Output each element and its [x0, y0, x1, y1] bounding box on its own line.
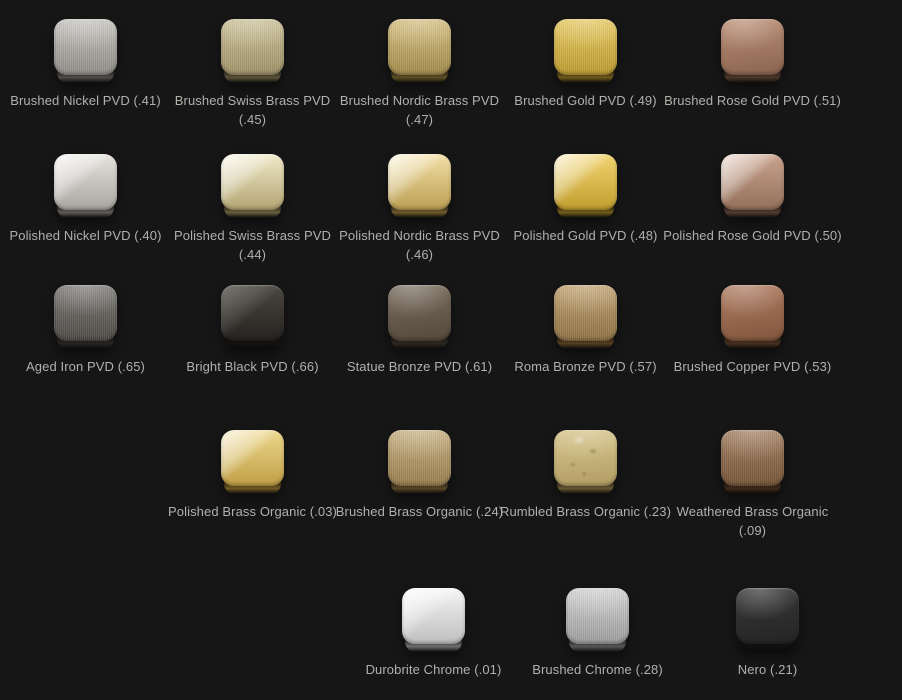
- swatch-face: [554, 19, 617, 75]
- finish-label: Brushed Nickel PVD (.41): [0, 91, 181, 110]
- finish-swatch[interactable]: [221, 430, 284, 494]
- finish-option[interactable]: Polished Rose Gold PVD (.50): [669, 154, 836, 245]
- finish-option[interactable]: Rumbled Brass Organic (.23): [502, 430, 669, 521]
- swatch-face: [721, 430, 784, 486]
- finish-label: Polished Rose Gold PVD (.50): [658, 226, 848, 245]
- finish-swatch[interactable]: [221, 154, 284, 218]
- finish-option[interactable]: Bright Black PVD (.66): [169, 285, 336, 376]
- finish-label: Rumbled Brass Organic (.23): [491, 502, 681, 521]
- finish-label: Brushed Copper PVD (.53): [658, 357, 848, 376]
- finish-label: Brushed Brass Organic (.24): [325, 502, 515, 521]
- finish-option[interactable]: Weathered Brass Organic (.09): [669, 430, 836, 540]
- finish-swatch[interactable]: [721, 154, 784, 218]
- finish-swatch[interactable]: [554, 430, 617, 494]
- swatch-face: [221, 19, 284, 75]
- finish-swatch[interactable]: [721, 285, 784, 349]
- finish-label: Nero (.21): [673, 660, 863, 679]
- finish-option[interactable]: Polished Gold PVD (.48): [502, 154, 669, 245]
- finish-option[interactable]: Brushed Brass Organic (.24): [336, 430, 503, 521]
- finish-label: Weathered Brass Organic (.09): [658, 502, 848, 540]
- finish-label: Bright Black PVD (.66): [158, 357, 348, 376]
- finish-swatch[interactable]: [721, 19, 784, 83]
- finish-label: Polished Nordic Brass PVD (.46): [325, 226, 515, 264]
- swatch-face: [388, 285, 451, 341]
- finish-swatch[interactable]: [388, 19, 451, 83]
- finish-label: Polished Swiss Brass PVD (.44): [158, 226, 348, 264]
- swatch-face: [721, 285, 784, 341]
- finish-option[interactable]: Brushed Copper PVD (.53): [669, 285, 836, 376]
- swatch-face: [221, 430, 284, 486]
- finish-option[interactable]: Nero (.21): [684, 588, 851, 679]
- finish-swatch[interactable]: [554, 154, 617, 218]
- swatch-face: [721, 19, 784, 75]
- swatch-face: [221, 285, 284, 341]
- finish-swatch[interactable]: [54, 285, 117, 349]
- finish-swatch[interactable]: [566, 588, 629, 652]
- finish-label: Brushed Rose Gold PVD (.51): [658, 91, 848, 110]
- swatch-face: [402, 588, 465, 644]
- finish-swatch[interactable]: [221, 19, 284, 83]
- finish-option[interactable]: Roma Bronze PVD (.57): [502, 285, 669, 376]
- finish-label: Polished Gold PVD (.48): [491, 226, 681, 245]
- finish-swatch[interactable]: [388, 285, 451, 349]
- finish-swatch[interactable]: [554, 19, 617, 83]
- finish-label: Brushed Swiss Brass PVD (.45): [158, 91, 348, 129]
- finish-swatch[interactable]: [388, 154, 451, 218]
- swatch-face: [54, 285, 117, 341]
- swatch-face: [736, 588, 799, 644]
- swatch-face: [388, 430, 451, 486]
- swatch-face: [554, 154, 617, 210]
- swatch-face: [566, 588, 629, 644]
- swatch-face: [388, 154, 451, 210]
- finish-option[interactable]: Aged Iron PVD (.65): [2, 285, 169, 376]
- swatch-face: [721, 154, 784, 210]
- swatch-face: [554, 430, 617, 486]
- finish-swatch[interactable]: [721, 430, 784, 494]
- finish-option[interactable]: Brushed Gold PVD (.49): [502, 19, 669, 110]
- finish-swatch[interactable]: [388, 430, 451, 494]
- finish-label: Roma Bronze PVD (.57): [491, 357, 681, 376]
- swatch-face: [388, 19, 451, 75]
- finish-option[interactable]: Durobrite Chrome (.01): [350, 588, 517, 679]
- swatch-face: [554, 285, 617, 341]
- finish-option[interactable]: Polished Nordic Brass PVD (.46): [336, 154, 503, 264]
- finish-label: Polished Brass Organic (.03): [158, 502, 348, 521]
- finish-option[interactable]: Brushed Nickel PVD (.41): [2, 19, 169, 110]
- finish-option[interactable]: Polished Nickel PVD (.40): [2, 154, 169, 245]
- finish-label: Brushed Chrome (.28): [503, 660, 693, 679]
- finish-option[interactable]: Brushed Nordic Brass PVD (.47): [336, 19, 503, 129]
- finish-option[interactable]: Polished Brass Organic (.03): [169, 430, 336, 521]
- swatch-face: [221, 154, 284, 210]
- finish-label: Aged Iron PVD (.65): [0, 357, 181, 376]
- finish-option[interactable]: Brushed Chrome (.28): [514, 588, 681, 679]
- finish-grid: Brushed Nickel PVD (.41)Brushed Swiss Br…: [0, 0, 902, 700]
- finish-label: Polished Nickel PVD (.40): [0, 226, 181, 245]
- finish-swatch[interactable]: [554, 285, 617, 349]
- finish-label: Brushed Nordic Brass PVD (.47): [325, 91, 515, 129]
- finish-swatch[interactable]: [54, 154, 117, 218]
- finish-label: Durobrite Chrome (.01): [339, 660, 529, 679]
- finish-swatch[interactable]: [402, 588, 465, 652]
- finish-option[interactable]: Brushed Rose Gold PVD (.51): [669, 19, 836, 110]
- finish-swatch[interactable]: [221, 285, 284, 349]
- finish-label: Brushed Gold PVD (.49): [491, 91, 681, 110]
- finish-option[interactable]: Polished Swiss Brass PVD (.44): [169, 154, 336, 264]
- finish-label: Statue Bronze PVD (.61): [325, 357, 515, 376]
- swatch-face: [54, 154, 117, 210]
- swatch-face: [54, 19, 117, 75]
- finish-option[interactable]: Statue Bronze PVD (.61): [336, 285, 503, 376]
- finish-swatch[interactable]: [54, 19, 117, 83]
- finish-swatch[interactable]: [736, 588, 799, 652]
- finish-option[interactable]: Brushed Swiss Brass PVD (.45): [169, 19, 336, 129]
